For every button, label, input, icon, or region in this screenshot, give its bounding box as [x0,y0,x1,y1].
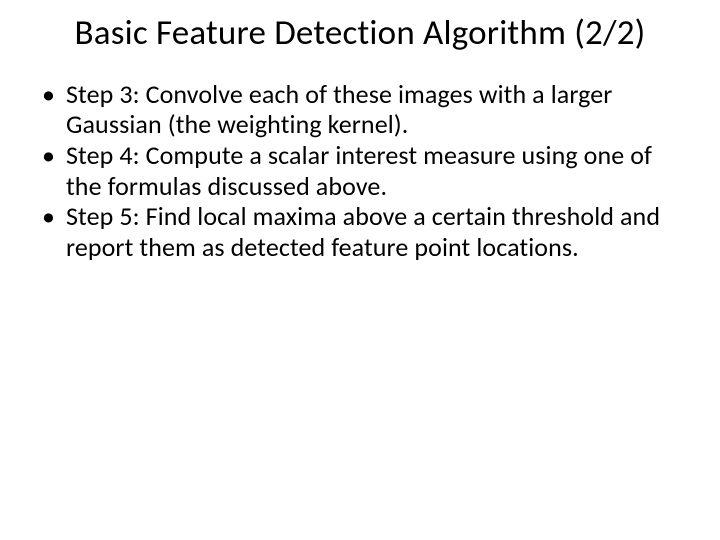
bullet-item: Step 5: Find local maxima above a certai… [42,201,692,262]
bullet-item: Step 4: Compute a scalar interest measur… [42,140,692,201]
bullet-item: Step 3: Convolve each of these images wi… [42,79,692,140]
slide-body: Step 3: Convolve each of these images wi… [28,79,692,263]
slide-title: Basic Feature Detection Algorithm (2/2) [28,14,692,53]
